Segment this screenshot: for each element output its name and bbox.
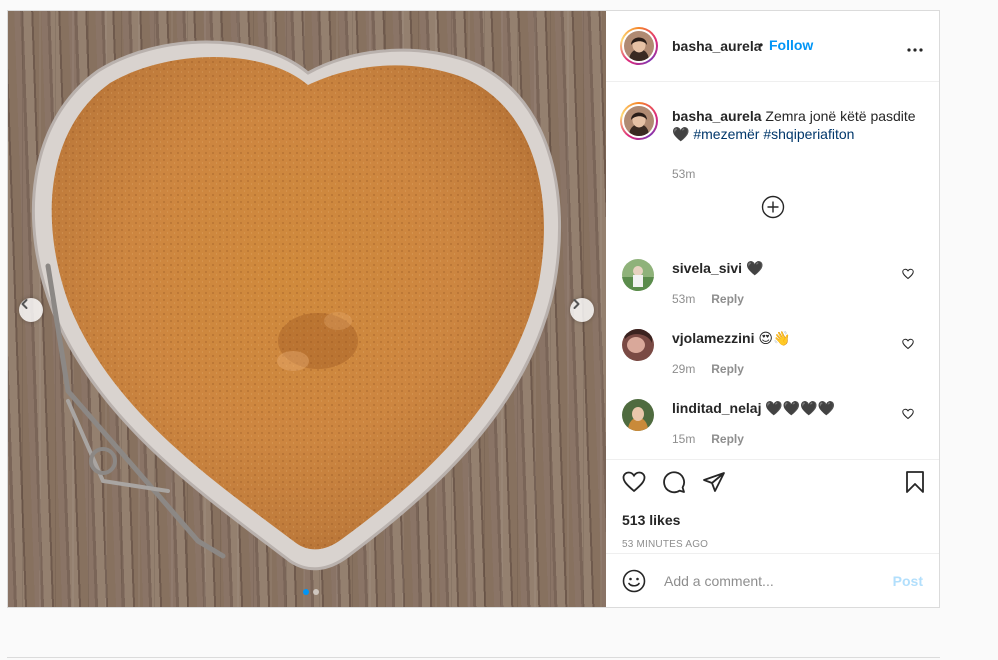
hashtag-link[interactable]: #shqiperiafiton: [763, 126, 854, 142]
caption-username[interactable]: basha_aurela: [672, 108, 762, 124]
commenter-avatar[interactable]: [622, 399, 654, 431]
carousel-dot-2: [313, 589, 319, 595]
chevron-right-icon: [573, 299, 580, 309]
comment-text: 🖤🖤🖤🖤: [765, 400, 836, 416]
reply-button[interactable]: Reply: [711, 432, 744, 446]
emoji-button[interactable]: [622, 569, 646, 596]
heart-icon: [902, 268, 914, 280]
author-username[interactable]: basha_aurela: [672, 38, 762, 54]
profile-photo-icon: [624, 106, 654, 136]
profile-photo-icon: [622, 399, 654, 431]
comment-button[interactable]: [662, 470, 686, 497]
comment-icon: [663, 471, 685, 494]
profile-photo-icon: [622, 329, 654, 361]
post-side-panel: basha_aurela • Follow basha_aurela Zemra…: [606, 11, 939, 607]
emoji-icon: [622, 569, 646, 593]
comment-meta: 15m Reply: [672, 430, 744, 446]
comment-text: 😍👋: [758, 330, 791, 346]
comment-like-button[interactable]: [902, 267, 914, 283]
chevron-left-icon: [21, 299, 28, 309]
caption-text: Zemra jonë këtë pasdite: [765, 108, 916, 124]
carousel-indicator: [303, 589, 319, 595]
author-avatar[interactable]: [620, 27, 658, 65]
comment-time: 15m: [672, 432, 696, 446]
likes-count[interactable]: 513 likes: [622, 512, 680, 528]
heart-icon: [902, 408, 914, 420]
caption-avatar[interactable]: [620, 102, 658, 140]
post-header: basha_aurela • Follow: [606, 11, 939, 82]
share-button[interactable]: [702, 470, 726, 497]
comment-item: sivela_sivi 🖤 53m Reply: [622, 259, 922, 319]
comment-input[interactable]: [662, 568, 876, 594]
previous-image-button[interactable]: [19, 298, 43, 322]
comment-body: vjolamezzini 😍👋: [672, 330, 790, 347]
share-icon: [703, 472, 725, 492]
post-comment-button[interactable]: Post: [893, 573, 923, 589]
caption-emoji: 🖤: [672, 126, 690, 142]
comment-item: vjolamezzini 😍👋 29m Reply: [622, 329, 922, 389]
save-button[interactable]: [903, 470, 927, 497]
carousel-dot-1: [303, 589, 309, 595]
comment-body: linditad_nelaj 🖤🖤🖤🖤: [672, 400, 835, 417]
load-more-comments-button[interactable]: [761, 195, 785, 222]
bookmark-icon: [906, 471, 924, 493]
comment-meta: 29m Reply: [672, 360, 744, 376]
comment-body: sivela_sivi 🖤: [672, 260, 763, 277]
plus-circle-icon: [761, 195, 785, 219]
commenter-avatar[interactable]: [622, 329, 654, 361]
post-timestamp: 53 MINUTES AGO: [622, 539, 709, 550]
profile-photo-icon: [622, 259, 654, 291]
comment-time: 53m: [672, 292, 696, 306]
page-divider: [7, 657, 940, 658]
comment-username[interactable]: sivela_sivi: [672, 260, 742, 276]
comment-username[interactable]: vjolamezzini: [672, 330, 754, 346]
heart-icon: [622, 471, 646, 493]
post-caption: basha_aurela Zemra jonë këtë pasdite 🖤 #…: [672, 107, 922, 143]
comment-like-button[interactable]: [902, 407, 914, 423]
reply-button[interactable]: Reply: [711, 362, 744, 376]
profile-photo-icon: [624, 31, 654, 61]
comment-text: 🖤: [745, 260, 764, 276]
more-options-button[interactable]: [907, 39, 923, 55]
comment-time: 29m: [672, 362, 696, 376]
post-card: basha_aurela • Follow basha_aurela Zemra…: [7, 10, 940, 608]
next-image-button[interactable]: [570, 298, 594, 322]
post-actions: 513 likes 53 MINUTES AGO: [606, 459, 939, 553]
comment-like-button[interactable]: [902, 337, 914, 353]
commenter-avatar[interactable]: [622, 259, 654, 291]
add-comment-bar: Post: [606, 553, 939, 607]
reply-button[interactable]: Reply: [711, 292, 744, 306]
comment-username[interactable]: linditad_nelaj: [672, 400, 761, 416]
post-image[interactable]: [8, 11, 606, 607]
heart-icon: [902, 338, 914, 350]
more-icon: [907, 48, 923, 52]
like-button[interactable]: [622, 470, 646, 497]
caption-time: 53m: [672, 167, 696, 181]
comment-meta: 53m Reply: [672, 290, 744, 306]
hashtag-link[interactable]: #mezemër: [693, 126, 759, 142]
heart-cake-image: [31, 40, 562, 571]
comments-section[interactable]: basha_aurela Zemra jonë këtë pasdite 🖤 #…: [606, 83, 939, 459]
comment-item: linditad_nelaj 🖤🖤🖤🖤 15m Reply: [622, 399, 922, 459]
follow-button[interactable]: Follow: [769, 37, 813, 53]
follow-separator: •: [759, 38, 764, 52]
